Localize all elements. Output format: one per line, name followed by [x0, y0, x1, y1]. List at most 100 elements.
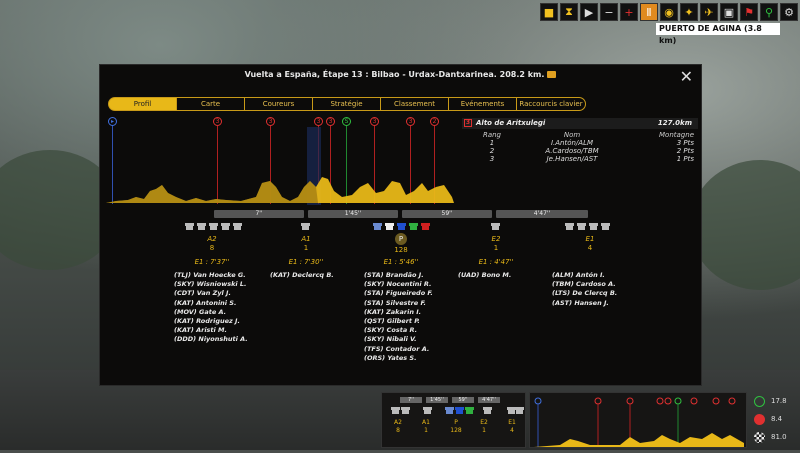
rider-name[interactable]: (KAT) Aristi M.: [174, 326, 248, 335]
mini-group-count: 4: [510, 427, 514, 434]
rider-name[interactable]: (STA) Brandão J.: [364, 271, 433, 280]
stats-panel: 17.8 8.4 81.0: [750, 392, 798, 448]
roadside-foliage: [690, 160, 800, 290]
rider-name[interactable]: (TFS) Contador A.: [364, 345, 433, 354]
rider-name[interactable]: (KAT) Antonini S.: [174, 299, 248, 308]
trophy-icon[interactable]: ■: [540, 3, 558, 21]
speed-value: 17.8: [771, 397, 787, 405]
mini-profile-widget[interactable]: [529, 392, 747, 448]
group-time: E1 : 7'30'': [288, 258, 324, 266]
rider-list-e1: (ALM) Antón I. (TBM) Cardoso A. (LTS) De…: [552, 271, 617, 308]
mini-group-label: A1: [422, 419, 430, 426]
camera-icon[interactable]: [547, 71, 557, 78]
camera-icon[interactable]: ▣: [720, 3, 738, 21]
rider-name[interactable]: (ORS) Yates S.: [364, 354, 433, 363]
group-label: E1: [585, 235, 595, 243]
name-cell: Je.Hansen/AST: [546, 155, 598, 163]
jersey-icon: [185, 223, 194, 230]
gradient-stat: 8.4: [750, 410, 798, 428]
jersey-icon[interactable]: [491, 223, 500, 230]
rider-name[interactable]: (TBM) Cardoso A.: [552, 280, 617, 289]
tab-strategie[interactable]: Stratégie: [312, 97, 381, 111]
rider-name[interactable]: (AST) Hansen J.: [552, 299, 617, 308]
table-header: Rang Nom Montagne: [462, 131, 694, 139]
jersey-icon: [577, 223, 586, 230]
rider-name[interactable]: (KAT) Declercq B.: [270, 271, 334, 280]
speed-up-icon[interactable]: +: [620, 3, 638, 21]
rider-name[interactable]: (UAD) Bono M.: [458, 271, 511, 280]
rider-name[interactable]: (SKY) Nocentini R.: [364, 280, 433, 289]
play-icon[interactable]: ▶: [580, 3, 598, 21]
rider-name[interactable]: (QST) Gilbert P.: [364, 317, 433, 326]
tab-raccourcis[interactable]: Raccourcis clavier: [516, 97, 586, 111]
rider-name[interactable]: (DDD) Niyonshuti A.: [174, 335, 248, 344]
mini-climb-marker: [712, 397, 720, 405]
group-label: E2: [491, 235, 501, 243]
rider-name[interactable]: (CDT) Van Zyl J.: [174, 289, 248, 298]
rank-cell: 1: [489, 139, 495, 147]
rider-name[interactable]: (STA) Silvestre F.: [364, 299, 433, 308]
tab-coureurs[interactable]: Coureurs: [244, 97, 313, 111]
rider-name[interactable]: (KAT) Rodriguez J.: [174, 317, 248, 326]
rank-cell: 3: [489, 155, 495, 163]
rider-list-peloton: (STA) Brandão J. (SKY) Nocentini R. (STA…: [364, 271, 433, 363]
climb-category-badge: 3: [464, 119, 472, 127]
flag-icon[interactable]: ⚑: [740, 3, 758, 21]
group-count: 8: [209, 244, 215, 252]
mini-climb-marker: [664, 397, 672, 405]
mini-group-count: 1: [424, 427, 428, 434]
mini-start-marker: [534, 397, 542, 405]
jersey-icon: [197, 223, 206, 230]
tab-classement[interactable]: Classement: [380, 97, 449, 111]
mini-group-count: 8: [396, 427, 400, 434]
tab-bar: Profil Carte Coureurs Stratégie Classeme…: [108, 97, 586, 111]
speed-down-icon[interactable]: −: [600, 3, 618, 21]
rider-name[interactable]: (SKY) Wisniowski L.: [174, 280, 248, 289]
mini-elevation-fill: [534, 433, 744, 447]
mini-elevation-svg: [534, 397, 744, 447]
name-cell: I.Antón/ALM: [550, 139, 594, 147]
mini-climb-marker: [656, 397, 664, 405]
rider-name[interactable]: (ALM) Antón I.: [552, 271, 617, 280]
gap-bar: 1'45'': [308, 210, 398, 218]
close-icon[interactable]: ✕: [680, 67, 693, 86]
climb-header: 3 Alto de Aritxulegi 127.0km: [462, 118, 698, 129]
tab-carte[interactable]: Carte: [176, 97, 245, 111]
jersey-icon: [221, 223, 230, 230]
jersey-icon: [401, 407, 410, 414]
rider-name[interactable]: (SKY) Nibali V.: [364, 335, 433, 344]
group-count: 128: [394, 246, 408, 254]
tab-evenements[interactable]: Evénements: [448, 97, 517, 111]
jersey-icon: [483, 407, 492, 414]
rider-name[interactable]: (STA) Figueiredo F.: [364, 289, 433, 298]
gap-bar: 59'': [402, 210, 492, 218]
rider-name[interactable]: (KAT) Zakarin I.: [364, 308, 433, 317]
mini-group-label: P: [454, 419, 458, 426]
jersey-icon: [385, 223, 394, 230]
mini-group-count: 1: [482, 427, 486, 434]
tab-profil[interactable]: Profil: [108, 97, 177, 111]
pause-icon[interactable]: Ⅱ: [640, 3, 658, 21]
cyclist-icon[interactable]: ⚲: [760, 3, 778, 21]
header-nom: Nom: [563, 131, 581, 139]
points-cell: 1 Pts: [676, 155, 694, 163]
elevation-profile-svg: [106, 177, 454, 203]
rider-name[interactable]: (MOV) Gate A.: [174, 308, 248, 317]
rider-name[interactable]: (SKY) Costa R.: [364, 326, 433, 335]
helicopter-icon[interactable]: ✈: [700, 3, 718, 21]
rider-name[interactable]: (LTS) De Clercq B.: [552, 289, 617, 298]
distance-stat: 81.0: [750, 428, 798, 446]
eye-icon[interactable]: ◉: [660, 3, 678, 21]
finish-flag-icon: [754, 431, 765, 443]
stage-profile[interactable]: ▸ 3 3 3 3 S 3 3 2: [106, 117, 454, 209]
rider-name[interactable]: (TLJ) Van Hoecke G.: [174, 271, 248, 280]
jersey-icon[interactable]: [301, 223, 310, 230]
points-cell: 2 Pts: [676, 147, 694, 155]
hourglass-icon[interactable]: ⧗: [560, 3, 578, 21]
motorbike-icon[interactable]: ✦: [680, 3, 698, 21]
mini-groups-widget[interactable]: 7'' 1'45'' 59'' 4'47'' A2 8 A1 1 P 128 E…: [381, 392, 526, 448]
mini-gap-bar: 59'': [452, 397, 474, 403]
peloton-badge: P: [395, 233, 407, 245]
group-label: A2: [207, 235, 217, 243]
gear-icon[interactable]: ⚙: [780, 3, 798, 21]
